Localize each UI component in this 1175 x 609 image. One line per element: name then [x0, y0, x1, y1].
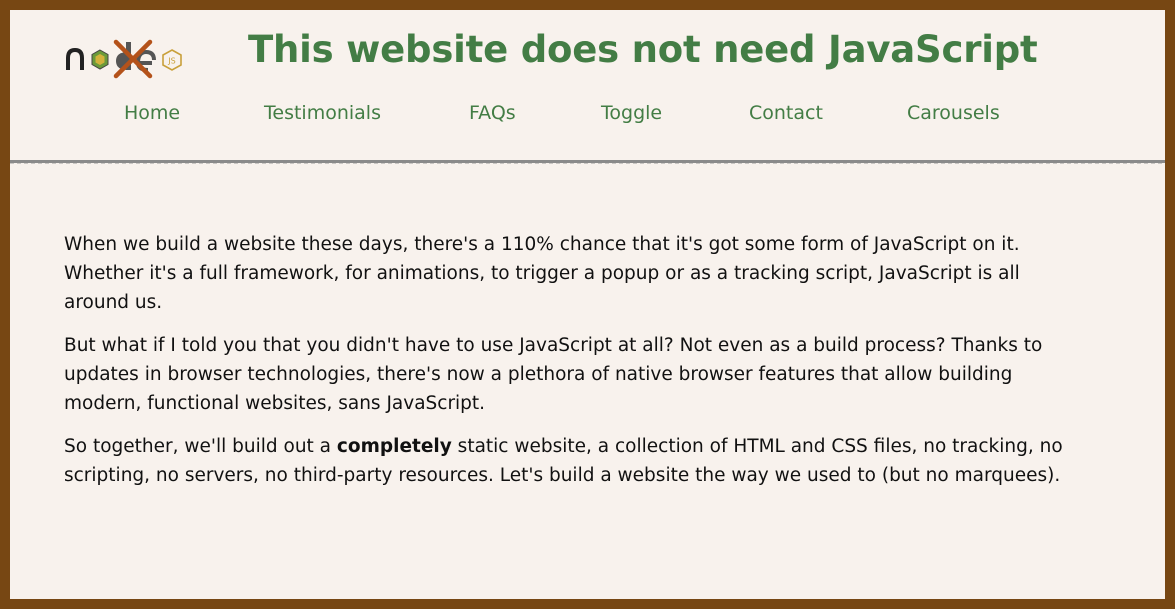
completely-emphasis: completely	[336, 436, 452, 457]
intro-paragraph-3: So together, we'll build out a completel…	[64, 432, 1074, 490]
header-divider-pattern	[10, 163, 1165, 164]
site-header: JS This website does not need JavaScript…	[10, 10, 1165, 160]
nav-contact[interactable]: Contact	[749, 102, 823, 124]
intro-paragraph-1: When we build a website these days, ther…	[64, 234, 1020, 313]
nav-faqs[interactable]: FAQs	[469, 102, 516, 124]
nav-carousels[interactable]: Carousels	[907, 102, 1000, 124]
svg-text:JS: JS	[167, 57, 175, 66]
node-js-crossed-out-icon[interactable]: JS	[66, 36, 184, 80]
nav-home[interactable]: Home	[124, 102, 180, 124]
nav-testimonials[interactable]: Testimonials	[264, 102, 381, 124]
page-title: This website does not need JavaScript	[248, 28, 1038, 71]
page-frame: JS This website does not need JavaScript…	[10, 10, 1165, 599]
main-content: When we build a website these days, ther…	[64, 230, 1074, 504]
nav-toggle[interactable]: Toggle	[601, 102, 662, 124]
paragraph-3-start: So together, we'll build out a	[64, 436, 337, 457]
intro-paragraph-2: But what if I told you that you didn't h…	[64, 335, 1043, 414]
main-nav: Home Testimonials FAQs Toggle Contact Ca…	[10, 102, 1165, 132]
